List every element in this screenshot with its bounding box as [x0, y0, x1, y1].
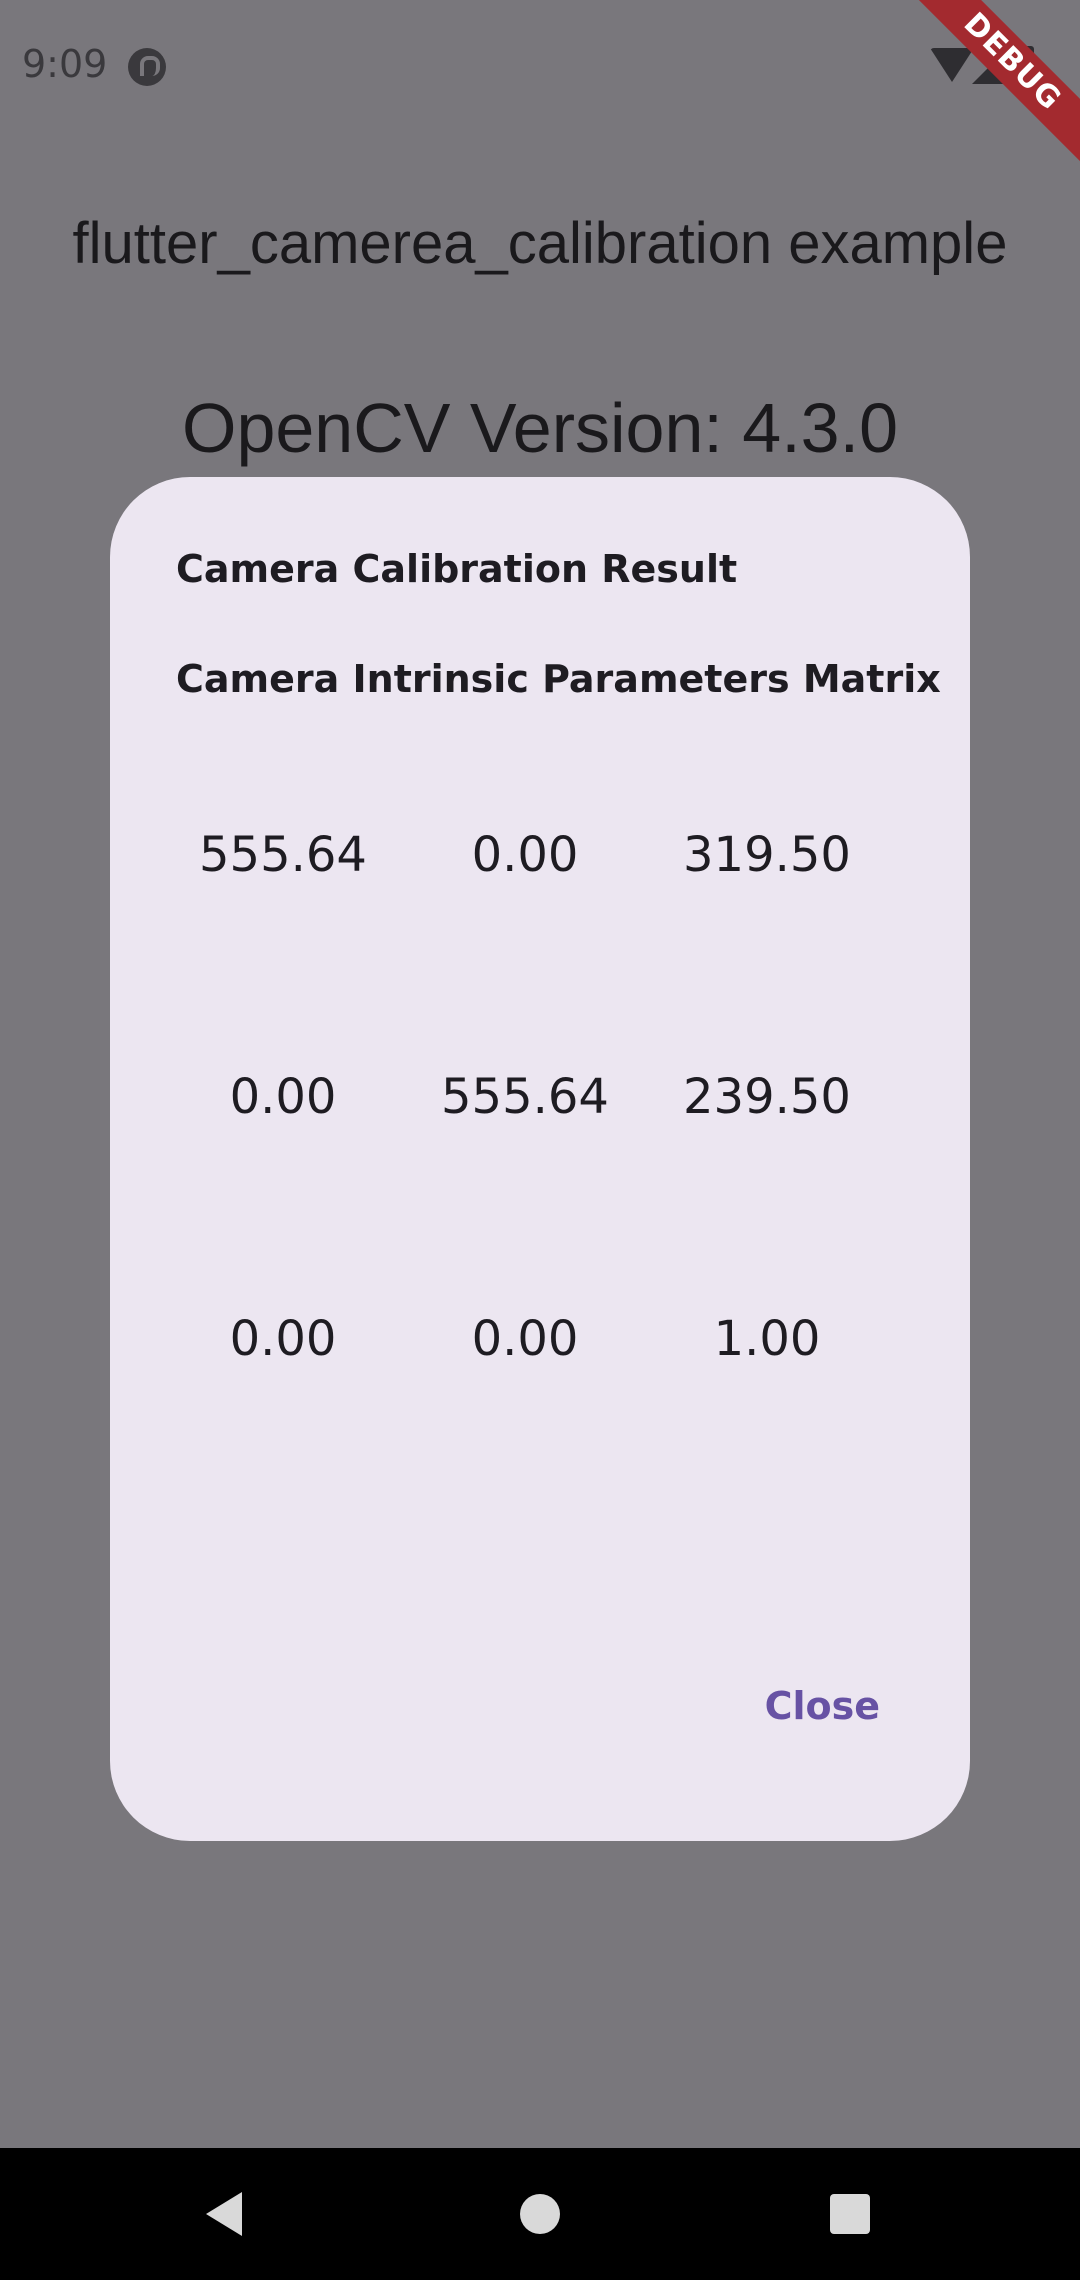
- matrix-cell: 1.00: [713, 1311, 821, 1367]
- app-title: flutter_camerea_calibration example: [72, 211, 1008, 276]
- recents-icon[interactable]: [830, 2194, 870, 2234]
- intrinsic-matrix: 555.64 0.00 319.50 0.00 555.64 239.50 0.…: [162, 777, 890, 1503]
- matrix-cell: 319.50: [683, 827, 851, 883]
- matrix-cell: 239.50: [683, 1069, 851, 1125]
- matrix-cell: 0.00: [229, 1311, 337, 1367]
- dialog-title: Camera Calibration Result: [176, 547, 738, 591]
- matrix-cell: 0.00: [471, 827, 579, 883]
- app-notification-icon: [128, 48, 166, 86]
- close-button[interactable]: Close: [755, 1672, 890, 1740]
- home-icon[interactable]: [520, 2194, 560, 2234]
- navigation-bar: [0, 2148, 1080, 2280]
- screen: 9:09 DEBUG flutter_camerea_calibration e…: [0, 0, 1080, 2280]
- matrix-cell: 555.64: [199, 827, 367, 883]
- status-time: 9:09: [22, 42, 108, 86]
- dialog-subtitle: Camera Intrinsic Parameters Matrix: [176, 657, 941, 701]
- matrix-cell: 555.64: [441, 1069, 609, 1125]
- matrix-row: 0.00 555.64 239.50: [162, 1019, 890, 1261]
- back-icon[interactable]: [206, 2192, 242, 2236]
- wifi-icon: [930, 48, 974, 82]
- status-bar: 9:09: [0, 0, 1080, 130]
- matrix-cell: 0.00: [471, 1311, 579, 1367]
- matrix-row: 0.00 0.00 1.00: [162, 1261, 890, 1503]
- calibration-result-dialog: Camera Calibration Result Camera Intrins…: [110, 477, 970, 1841]
- matrix-cell: 0.00: [229, 1069, 337, 1125]
- opencv-version: OpenCV Version: 4.3.0: [182, 389, 898, 467]
- matrix-row: 555.64 0.00 319.50: [162, 777, 890, 1019]
